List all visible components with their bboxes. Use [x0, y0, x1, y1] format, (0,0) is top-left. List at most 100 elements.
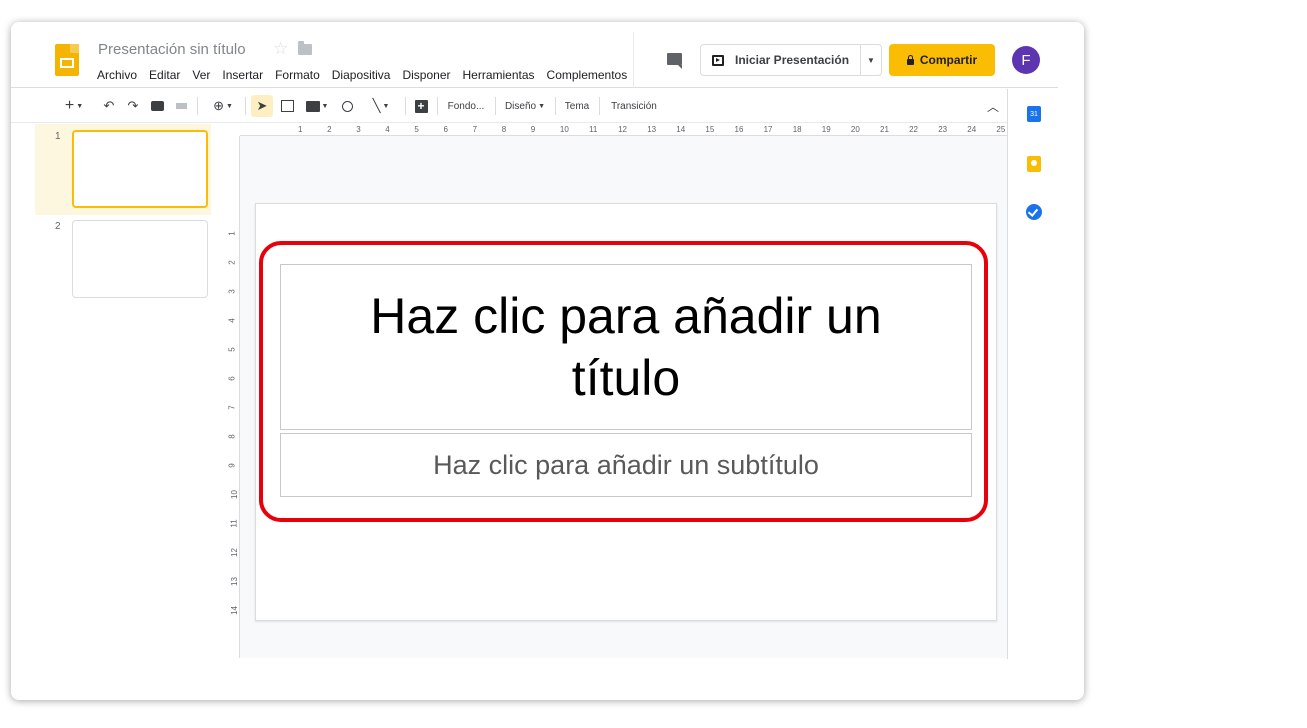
- ruler-tick-label: 9: [228, 463, 237, 468]
- ruler-tick-label: 13: [229, 577, 239, 586]
- ruler-tick-label: 16: [734, 125, 744, 134]
- ruler-tick-label: 1: [298, 125, 303, 134]
- keep-icon[interactable]: [1027, 156, 1041, 172]
- document-title[interactable]: Presentación sin título: [98, 41, 246, 58]
- image-button[interactable]: ▼: [301, 95, 333, 117]
- header-divider: [633, 32, 634, 88]
- paint-format-icon[interactable]: [171, 95, 191, 117]
- header: Presentación sin título ☆ Archivo Editar…: [11, 22, 1058, 88]
- redo-icon[interactable]: ↷: [123, 95, 143, 117]
- slide-canvas[interactable]: 1 2 3 4 5 6 7 8 9 10 11 12 13 14 15 16 17 18 19 20 21 22 23 24 2…: [228, 124, 1007, 658]
- ruler-tick-label: 14: [229, 606, 239, 615]
- horizontal-ruler[interactable]: 1 2 3 4 5 6 7 8 9 10 11 12 13 14 15 16 17 18 19 20 21 22 23 24 2…: [240, 124, 1007, 136]
- text-box-icon[interactable]: [277, 95, 297, 117]
- tasks-icon[interactable]: [1026, 204, 1042, 220]
- ruler-tick-label: 14: [676, 125, 686, 134]
- ruler-tick-label: 8: [228, 434, 237, 439]
- subtitle-placeholder[interactable]: Haz clic para añadir un subtítulo: [280, 433, 972, 497]
- slides-window: Presentación sin título ☆ Archivo Editar…: [11, 22, 1084, 700]
- ruler-tick-label: 4: [385, 125, 390, 134]
- slide-number: 2: [55, 221, 61, 232]
- ruler-tick-label: 13: [647, 125, 657, 134]
- present-button[interactable]: Iniciar Presentación: [701, 45, 861, 75]
- star-icon[interactable]: ☆: [273, 39, 288, 59]
- ruler-tick-label: 21: [880, 125, 889, 134]
- play-icon: [712, 54, 724, 66]
- present-dropdown-icon[interactable]: ▼: [861, 56, 881, 65]
- menu-bar: Archivo Editar Ver Insertar Formato Diap…: [97, 68, 633, 82]
- select-tool-icon[interactable]: ➤: [251, 95, 273, 117]
- title-placeholder[interactable]: Haz clic para añadir un título: [280, 264, 972, 430]
- layout-label: Diseño: [504, 100, 537, 112]
- ruler-tick-label: 9: [530, 125, 536, 134]
- lock-icon: [906, 54, 914, 65]
- zoom-button[interactable]: ⊕ ▼: [205, 95, 241, 117]
- background-button[interactable]: Fondo...: [443, 95, 489, 117]
- ruler-tick-label: 11: [589, 125, 598, 134]
- ruler-tick-label: 2: [228, 260, 237, 265]
- ruler-tick-label: 4: [228, 318, 237, 323]
- ruler-tick-label: 5: [228, 347, 237, 352]
- ruler-tick-label: 3: [228, 289, 237, 294]
- toolbar-separator: [555, 97, 556, 115]
- menu-archivo[interactable]: Archivo: [97, 68, 137, 82]
- slide-editor[interactable]: Haz clic para añadir un título Haz clic …: [255, 203, 997, 621]
- toolbar-separator: [437, 97, 438, 115]
- line-icon: ╲: [372, 98, 381, 113]
- menu-formato[interactable]: Formato: [275, 68, 320, 82]
- ruler-tick-label: 5: [414, 125, 419, 134]
- toolbar-separator: [495, 97, 496, 115]
- folder-icon[interactable]: [298, 41, 312, 55]
- slide-thumbnail-2[interactable]: [72, 220, 208, 298]
- ruler-tick-label: 7: [472, 125, 478, 134]
- ruler-tick-label: 10: [559, 125, 569, 134]
- ruler-tick-label: 19: [821, 125, 831, 134]
- theme-button[interactable]: Tema: [561, 95, 593, 117]
- ruler-tick-label: 12: [618, 125, 627, 134]
- toolbar-separator: [197, 97, 198, 115]
- collapse-chevron-up-icon[interactable]: ︿: [983, 95, 1003, 117]
- vertical-ruler[interactable]: 1 2 3 4 5 6 7 8 9 10 11 12 13 14: [228, 136, 240, 658]
- calendar-icon[interactable]: 31: [1027, 106, 1041, 122]
- print-icon[interactable]: [147, 95, 167, 117]
- share-label: Compartir: [919, 53, 978, 67]
- transition-label: Transición: [611, 100, 657, 112]
- menu-complementos[interactable]: Complementos: [547, 68, 628, 82]
- avatar[interactable]: F: [1012, 46, 1040, 74]
- line-button[interactable]: ╲ ▼: [363, 95, 399, 117]
- menu-herramientas[interactable]: Herramientas: [463, 68, 535, 82]
- theme-label: Tema: [564, 100, 590, 112]
- present-label: Iniciar Presentación: [735, 53, 850, 67]
- ruler-tick-label: 11: [229, 519, 239, 528]
- share-button[interactable]: Compartir: [889, 44, 995, 76]
- menu-editar[interactable]: Editar: [149, 68, 180, 82]
- shape-icon[interactable]: [337, 95, 357, 117]
- undo-icon[interactable]: ↶: [99, 95, 119, 117]
- add-comment-icon[interactable]: +: [411, 95, 431, 117]
- ruler-tick-label: 8: [501, 125, 507, 134]
- ruler-tick-label: 7: [228, 405, 237, 410]
- slides-logo-icon[interactable]: [55, 44, 79, 76]
- ruler-tick-label: 17: [763, 125, 773, 134]
- image-icon: [305, 100, 320, 112]
- menu-ver[interactable]: Ver: [192, 68, 210, 82]
- menu-diapositiva[interactable]: Diapositiva: [332, 68, 391, 82]
- toolbar-separator: [599, 97, 600, 115]
- slide-thumbnail-1[interactable]: [72, 130, 208, 208]
- present-button-group: Iniciar Presentación ▼: [700, 44, 882, 76]
- layout-button[interactable]: Diseño ▼: [501, 95, 549, 117]
- ruler-tick-label: 22: [909, 125, 918, 134]
- side-panel: 31: [1007, 89, 1058, 659]
- ruler-tick-label: 12: [229, 548, 239, 557]
- ruler-corner: [228, 124, 240, 136]
- ruler-tick-label: 6: [228, 376, 237, 381]
- menu-disponer[interactable]: Disponer: [402, 68, 450, 82]
- new-slide-button[interactable]: + ▼: [55, 95, 93, 117]
- comment-icon[interactable]: [667, 53, 682, 69]
- menu-insertar[interactable]: Insertar: [222, 68, 263, 82]
- background-label: Fondo...: [447, 100, 485, 112]
- transition-button[interactable]: Transición: [605, 95, 663, 117]
- ruler-tick-label: 23: [938, 125, 948, 134]
- toolbar: + ▼ ↶ ↷ ⊕ ▼ ➤ ▼ ╲ ▼ + Fondo... Diseño ▼ Tema…: [11, 89, 1058, 123]
- slide-number: 1: [55, 131, 61, 142]
